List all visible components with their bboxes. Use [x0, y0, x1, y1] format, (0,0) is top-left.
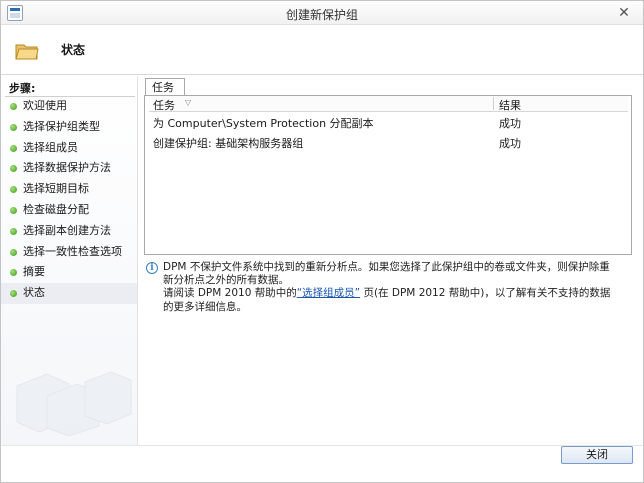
folder-icon	[15, 44, 39, 60]
step-label: 选择短期目标	[23, 182, 89, 196]
step-item[interactable]: 检查磁盘分配	[1, 200, 137, 221]
step-label: 选择一致性检查选项	[23, 244, 122, 258]
step-item[interactable]: 选择一致性检查选项	[1, 242, 137, 263]
info-line-2-prefix: 请阅读 DPM 2010 帮助中的	[163, 287, 297, 300]
step-list: 欢迎使用选择保护组类型 选择组成员选择数据保护方法 选择短期目标 检查磁盘分配选择副本…	[1, 96, 137, 304]
step-label: 摘要	[23, 265, 45, 279]
step-status-icon	[10, 290, 17, 298]
step-label: 检查磁盘分配	[23, 202, 89, 216]
step-label: 选择组成员	[23, 140, 78, 154]
grid-header: 任务 ▽ 结果	[149, 96, 628, 112]
column-separator[interactable]	[493, 97, 494, 110]
step-label: 选择数据保护方法	[23, 161, 111, 175]
step-status-icon	[10, 206, 17, 214]
step-item[interactable]: 摘要	[1, 262, 137, 283]
servers-watermark-icon	[16, 371, 132, 436]
help-link[interactable]: “选择组成员”	[297, 287, 360, 299]
steps-panel: 步骤: 欢迎使用选择保护组类型 选择组成员选择数据保护方法 选择短期目标 检查磁盘分配…	[1, 76, 138, 446]
sort-indicator-icon: ▽	[185, 98, 192, 107]
steps-heading: 步骤:	[9, 82, 36, 95]
table-row[interactable]: 创建保护组: 基础架构服务器组 成功	[149, 133, 628, 152]
step-status-icon	[10, 144, 17, 152]
step-label: 欢迎使用	[23, 99, 67, 112]
info-line-1: DPM 不保护文件系统中找到的重新分析点。如果您选择了此保护组中的卷或文件夹，则…	[163, 261, 610, 287]
title-bar[interactable]: 创建新保护组 ✕	[1, 1, 643, 25]
step-status-icon	[10, 269, 17, 277]
step-label: 状态	[23, 286, 45, 300]
step-status-icon	[10, 248, 17, 256]
result-cell: 成功	[499, 117, 521, 130]
step-label: 选择副本创建方法	[23, 223, 111, 237]
step-label: 选择保护组类型	[23, 119, 100, 133]
page-header: 状态	[1, 25, 643, 75]
step-item[interactable]: 欢迎使用	[1, 96, 137, 117]
info-line-2: 请阅读 DPM 2010 帮助中的“选择组成员” 页(在 DPM 2012 帮助…	[163, 287, 619, 313]
info-text: DPM 不保护文件系统中找到的重新分析点。如果您选择了此保护组中的卷或文件夹，则…	[163, 261, 619, 314]
window-close-icon[interactable]: ✕	[611, 4, 637, 22]
column-header-task[interactable]: 任务	[153, 97, 175, 113]
dialog-window: 创建新保护组 ✕ 状态 步骤: 欢迎使用选择保护组类型 选择组成员选择数据保护方法…	[0, 0, 644, 483]
step-status-icon	[10, 165, 17, 173]
step-item[interactable]: 选择保护组类型	[1, 117, 137, 138]
table-row[interactable]: 为 Computer\System Protection 分配副本 成功	[149, 113, 628, 132]
info-icon: i	[146, 262, 158, 274]
step-item[interactable]: 选择组成员	[1, 138, 137, 159]
close-button[interactable]: 关闭	[561, 446, 633, 464]
page-title: 状态	[61, 43, 86, 57]
step-item[interactable]: 选择副本创建方法	[1, 221, 137, 242]
step-status-icon	[10, 227, 17, 235]
step-item[interactable]: 状态	[1, 283, 137, 304]
tasks-panel: 任务 ▽ 结果 为 Computer\System Protection 分配副…	[144, 95, 632, 255]
task-cell: 创建保护组: 基础架构服务器组	[153, 137, 304, 150]
tab-tasks[interactable]: 任务	[145, 78, 185, 96]
step-status-icon	[10, 123, 17, 131]
result-cell: 成功	[499, 137, 521, 150]
window-title: 创建新保护组	[285, 8, 358, 22]
step-item[interactable]: 选择短期目标	[1, 179, 137, 200]
step-status-icon	[10, 186, 17, 194]
footer-divider	[1, 445, 643, 446]
step-status-icon	[10, 103, 17, 110]
column-header-result[interactable]: 结果	[499, 97, 521, 113]
step-item[interactable]: 选择数据保护方法	[1, 158, 137, 179]
task-cell: 为 Computer\System Protection 分配副本	[153, 117, 374, 130]
